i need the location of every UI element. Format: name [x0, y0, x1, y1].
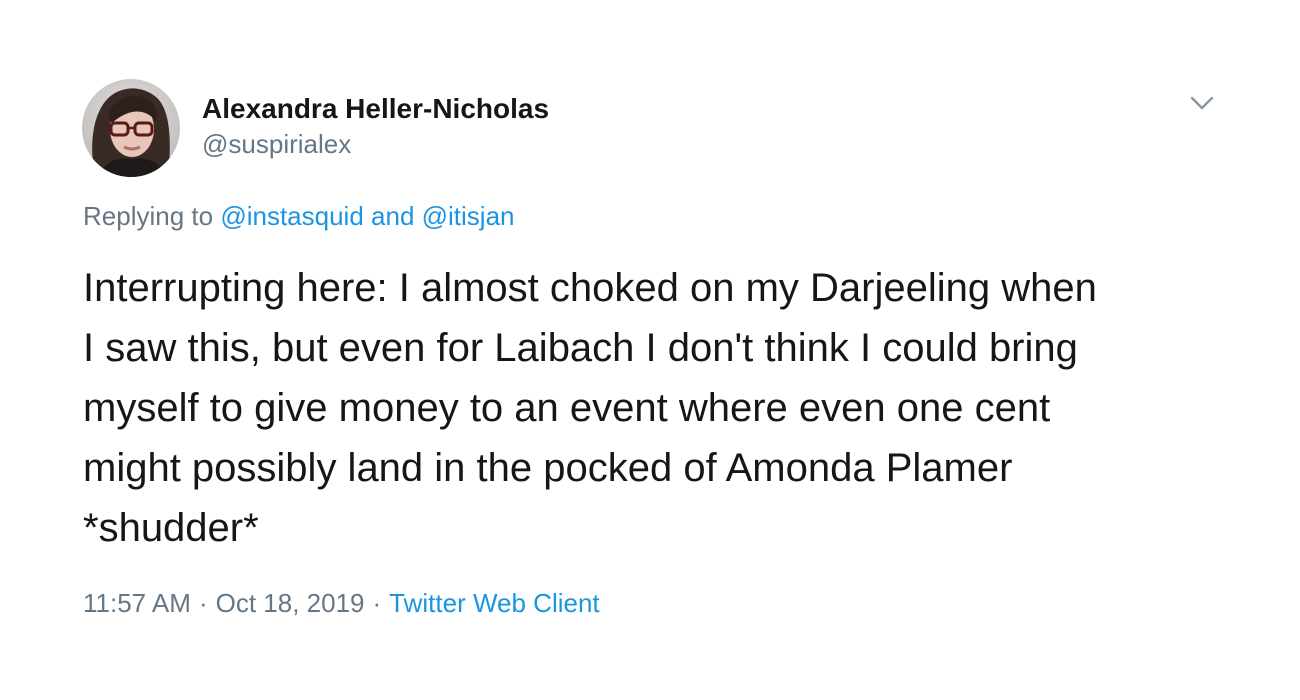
avatar-photo — [82, 79, 180, 177]
meta-separator: · — [198, 588, 208, 618]
tweet-metadata: 11:57 AM · Oct 18, 2019 · Twitter Web Client — [83, 586, 600, 620]
more-options-button[interactable] — [1188, 92, 1216, 114]
user-handle[interactable]: @suspirialex — [202, 128, 549, 160]
meta-separator: · — [372, 588, 382, 618]
mention-link-instasquid[interactable]: @instasquid — [220, 201, 363, 231]
tweet-source-link[interactable]: Twitter Web Client — [389, 588, 599, 618]
chevron-down-icon — [1190, 96, 1214, 110]
display-name[interactable]: Alexandra Heller-Nicholas — [202, 92, 549, 126]
replying-to-label: Replying to — [83, 201, 221, 231]
tweet-date[interactable]: Oct 18, 2019 — [216, 588, 365, 618]
mention-link-itisjan[interactable]: @itisjan — [422, 201, 515, 231]
tweet-time[interactable]: 11:57 AM — [83, 588, 191, 618]
replying-to: Replying to @instasquid and @itisjan — [83, 200, 515, 232]
tweet-card: Alexandra Heller-Nicholas @suspirialex R… — [0, 0, 1300, 700]
tweet-text: Interrupting here: I almost choked on my… — [83, 266, 1097, 550]
replying-to-conjunction: and — [363, 201, 422, 231]
avatar[interactable] — [82, 79, 180, 177]
author-block: Alexandra Heller-Nicholas @suspirialex — [202, 92, 549, 160]
